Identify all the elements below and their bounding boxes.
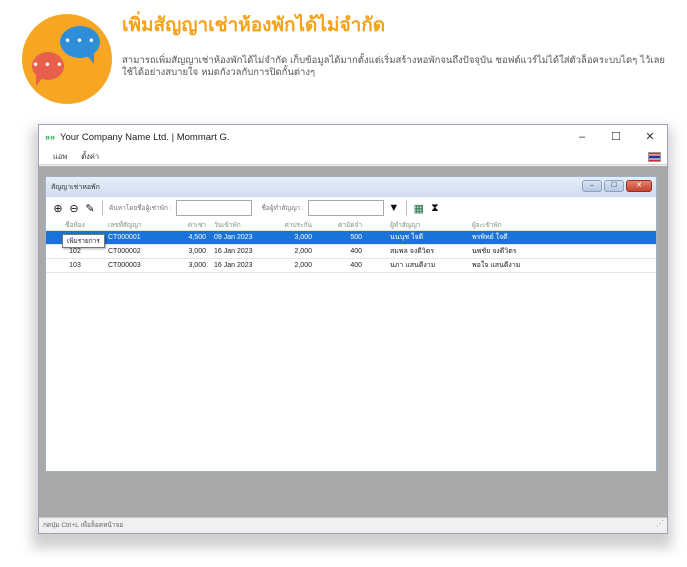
cell-room: 103 xyxy=(69,262,81,269)
add-tooltip: เพิ่มรายการ xyxy=(62,234,105,248)
search-contract-label: ชื่อผู้ทำสัญญา : xyxy=(261,205,304,212)
cell-rent: 4,500 xyxy=(188,234,206,241)
maximize-button[interactable]: ☐ xyxy=(599,125,633,149)
child-title-bar: สัญญาเช่าหอพัก – ☐ ✕ xyxy=(46,177,656,197)
child-maximize-button[interactable]: ☐ xyxy=(604,180,624,192)
red-chat-bubble-icon: • • • xyxy=(32,52,64,86)
toolbar-divider xyxy=(405,201,407,215)
toolbar-divider xyxy=(102,201,103,215)
column-header[interactable]: ชื่อห้อง xyxy=(46,220,104,230)
cell-date: 16 Jan 2023 xyxy=(214,248,253,255)
cell-room: 102 xyxy=(69,248,81,255)
cell-rent: 3,000 xyxy=(188,262,206,269)
menu-app[interactable]: แอพ xyxy=(53,151,67,163)
cell-deposit: 2,000 xyxy=(294,248,312,255)
cell-contract: CT000002 xyxy=(108,248,141,255)
child-close-button[interactable]: ✕ xyxy=(626,180,652,192)
cell-rent: 3,000 xyxy=(188,248,206,255)
edit-pencil-icon[interactable]: ✎ xyxy=(84,202,96,215)
menu-bar: แอพ ตั้งค่า xyxy=(39,149,667,165)
status-text: กดปุ่ม Ctrl+L เพื่อล็อคหน้าจอ xyxy=(43,522,124,529)
cell-contract: CT000001 xyxy=(108,234,141,241)
title-bar: »» Your Company Name Ltd. | Mommart G. –… xyxy=(39,125,667,149)
menu-settings[interactable]: ตั้งค่า xyxy=(81,151,99,163)
thai-flag-icon[interactable] xyxy=(648,152,661,162)
cell-tenant: นพชัย จงดีวิตร xyxy=(472,248,517,255)
contract-child-window: สัญญาเช่าหอพัก – ☐ ✕ ⊕ ⊖ ✎ ค้นหาโดยชื่อผ… xyxy=(45,176,657,472)
cell-advance: 400 xyxy=(350,248,362,255)
table-row[interactable]: 102 CT000002 3,000 16 Jan 2023 2,000 400… xyxy=(46,245,656,259)
column-header[interactable]: ผู้ทำสัญญา xyxy=(366,220,456,230)
promo-title: เพิ่มสัญญาเช่าห้องพักได้ไม่จำกัด xyxy=(122,14,386,36)
column-header[interactable]: เลขที่สัญญา xyxy=(104,220,170,230)
cell-signer: นภา แสนดีงาม xyxy=(390,262,436,269)
blue-chat-bubble-icon: • • • xyxy=(60,26,100,64)
mdi-workspace: สัญญาเช่าหอพัก – ☐ ✕ ⊕ ⊖ ✎ ค้นหาโดยชื่อผ… xyxy=(39,166,667,533)
promo-description: สามารถเพิ่มสัญญาเช่าห้องพักได้ไม่จำกัด เ… xyxy=(122,55,665,78)
cell-signer: สมพล จงดีวิตร xyxy=(390,248,435,255)
close-button[interactable]: ✕ xyxy=(633,125,667,149)
table-row[interactable]: 101 CT000001 4,500 09 Jan 2023 3,000 500… xyxy=(46,231,656,245)
excel-export-icon[interactable]: ▦ xyxy=(413,202,425,215)
filter-icon[interactable]: ▼ xyxy=(388,202,400,214)
toolbar: ⊕ ⊖ ✎ ค้นหาโดยชื่อผู้เช่าพัก : ชื่อผู้ทำ… xyxy=(46,197,656,219)
cell-advance: 400 xyxy=(350,262,362,269)
add-icon[interactable]: ⊕ xyxy=(52,202,64,215)
app-logo-icon: »» xyxy=(45,132,56,142)
minimize-button[interactable]: – xyxy=(565,125,599,149)
cell-contract: CT000003 xyxy=(108,262,141,269)
column-header[interactable]: ค่ามัดจำ xyxy=(316,220,366,230)
cell-advance: 500 xyxy=(350,234,362,241)
child-minimize-button[interactable]: – xyxy=(582,180,602,192)
child-window-title: สัญญาเช่าหอพัก xyxy=(51,183,100,191)
cell-tenant: พอใจ แสนดีงาม xyxy=(472,262,521,269)
cell-deposit: 2,000 xyxy=(294,262,312,269)
column-header[interactable]: วันเข้าพัก xyxy=(210,220,266,230)
resize-grip-icon[interactable]: ⋰ xyxy=(656,516,664,532)
hourglass-icon[interactable]: ⧗ xyxy=(429,202,441,215)
contract-table: ชื่อห้อง เลขที่สัญญา ค่าเช่า วันเข้าพัก … xyxy=(46,219,656,273)
app-window: »» Your Company Name Ltd. | Mommart G. –… xyxy=(38,124,668,534)
search-room-label: ค้นหาโดยชื่อผู้เช่าพัก : xyxy=(109,205,172,212)
remove-icon[interactable]: ⊖ xyxy=(68,202,80,215)
cell-signer: นนนุช ใจดี xyxy=(390,234,424,241)
search-contract-input[interactable] xyxy=(307,200,384,216)
chat-bubbles-icon: • • • • • • xyxy=(22,14,112,104)
cell-date: 09 Jan 2023 xyxy=(214,234,253,241)
cell-deposit: 3,000 xyxy=(294,234,312,241)
cell-tenant: พรพิทย์ ใจดี xyxy=(472,234,508,241)
window-title: Your Company Name Ltd. | Mommart G. xyxy=(60,131,230,143)
table-header: ชื่อห้อง เลขที่สัญญา ค่าเช่า วันเข้าพัก … xyxy=(46,219,656,231)
cell-date: 16 Jan 2023 xyxy=(214,262,253,269)
table-row[interactable]: 103 CT000003 3,000 16 Jan 2023 2,000 400… xyxy=(46,259,656,273)
column-header[interactable]: ค่าเช่า xyxy=(170,220,210,230)
search-room-input[interactable] xyxy=(175,200,252,216)
column-header[interactable]: ผู้จะเข้าพัก xyxy=(456,220,566,230)
status-bar: กดปุ่ม Ctrl+L เพื่อล็อคหน้าจอ ⋰ xyxy=(39,517,667,533)
column-header[interactable]: ค่าประกัน xyxy=(266,220,316,230)
